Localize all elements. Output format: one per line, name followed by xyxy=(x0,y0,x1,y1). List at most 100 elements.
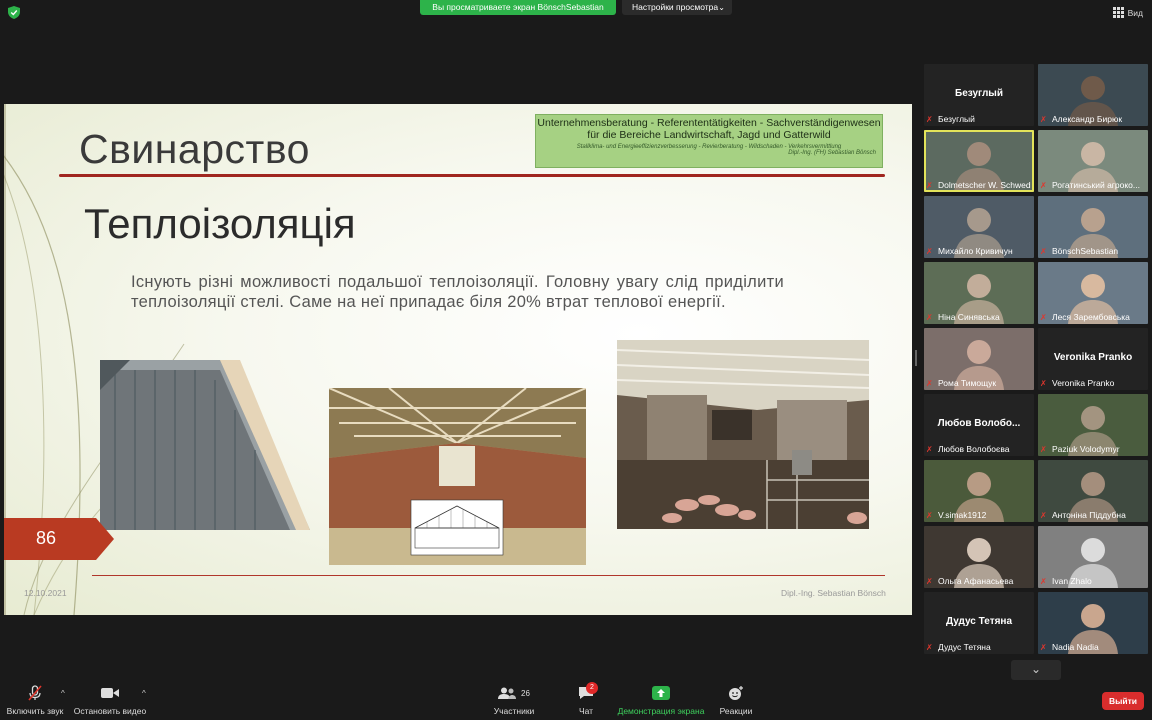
participant-tile[interactable]: ✗ V.simak1912 xyxy=(924,460,1034,522)
view-options-dropdown[interactable]: Настройки просмотра ⌄ xyxy=(622,0,732,15)
participants-button[interactable]: 26 Участники xyxy=(490,684,538,716)
page-number-tag xyxy=(4,518,114,560)
muted-mic-icon: ✗ xyxy=(1040,114,1047,124)
stop-video-button[interactable]: Остановить видео xyxy=(72,684,148,716)
participant-tile[interactable]: ✗ Dolmetscher W. Schwed xyxy=(924,130,1034,192)
participant-name-label: ✗ V.simak1912 xyxy=(926,510,1032,520)
participant-name: Антоніна Піддубна xyxy=(1052,510,1126,520)
share-screen-button[interactable]: Демонстрация экрана xyxy=(616,684,706,716)
participant-tile[interactable]: Дудус Тетяна ✗ Дудус Тетяна xyxy=(924,592,1034,654)
participant-name: Александр Бирюк xyxy=(1052,114,1123,124)
participant-name: Леся Зарембовська xyxy=(1052,312,1130,322)
muted-mic-icon: ✗ xyxy=(926,246,933,256)
participant-name-label: ✗ Nadia Nadia xyxy=(1040,642,1146,652)
participant-tile[interactable]: ✗ Александр Бирюк xyxy=(1038,64,1148,126)
participant-name: Ольга Афанасьева xyxy=(938,576,1014,586)
participants-count: 26 xyxy=(521,688,530,698)
security-shield-icon[interactable] xyxy=(8,6,20,19)
meeting-toolbar: Включить звук ^ Остановить видео ^ 26 Уч… xyxy=(0,680,1152,720)
participant-tile[interactable]: ✗ Рома Тимощук xyxy=(924,328,1034,390)
participant-tile[interactable]: ✗ Ivan Zhalo xyxy=(1038,526,1148,588)
participant-tile[interactable]: Любов Волобо... ✗ Любов Волобоєва xyxy=(924,394,1034,456)
muted-mic-icon: ✗ xyxy=(926,114,933,124)
view-button[interactable]: Вид xyxy=(1112,7,1143,18)
muted-mic-icon: ✗ xyxy=(926,180,933,190)
participant-tile[interactable]: ✗ Леся Зарембовська xyxy=(1038,262,1148,324)
participant-name: Dolmetscher W. Schwed xyxy=(938,180,1031,190)
muted-mic-icon: ✗ xyxy=(1040,576,1047,586)
page-number: 86 xyxy=(36,528,57,548)
muted-mic-icon: ✗ xyxy=(1040,180,1047,190)
participant-name: Рома Тимощук xyxy=(938,378,997,388)
gallery-scroll-down-button[interactable]: ⌄ xyxy=(1011,660,1061,680)
share-screen-label: Демонстрация экрана xyxy=(617,706,705,716)
view-button-label: Вид xyxy=(1127,7,1143,18)
participant-display-name: Дудус Тетяна xyxy=(945,616,1013,627)
participant-tile[interactable]: ✗ Paziuk Volodymyr xyxy=(1038,394,1148,456)
barn-interior-photo xyxy=(329,388,586,565)
participant-name-label: ✗ Рома Тимощук xyxy=(926,378,1032,388)
muted-mic-icon: ✗ xyxy=(1040,312,1047,322)
pig-pen-photo xyxy=(617,340,869,529)
slide-body-text: Існують різні можливості подальшої тепло… xyxy=(131,273,784,311)
chat-button[interactable]: 2 Чат xyxy=(568,682,604,716)
participant-display-name: Любов Волобо... xyxy=(937,418,1021,429)
participant-tile[interactable]: ✗ Nadia Nadia xyxy=(1038,592,1148,654)
participant-name-label: ✗ Ivan Zhalo xyxy=(1040,576,1146,586)
slide-title: Свинарство xyxy=(79,126,310,172)
participants-label: Участники xyxy=(493,706,535,716)
participant-name: Безуглый xyxy=(938,114,975,124)
view-options-label: Настройки просмотра xyxy=(632,2,719,12)
participant-tile[interactable]: ✗ Ніна Синявська xyxy=(924,262,1034,324)
grid-view-icon xyxy=(1112,7,1124,18)
participant-name: Ivan Zhalo xyxy=(1052,576,1092,586)
reactions-button[interactable]: Реакции xyxy=(716,684,756,716)
muted-mic-icon: ✗ xyxy=(1040,246,1047,256)
muted-mic-icon: ✗ xyxy=(926,642,933,652)
muted-mic-icon: ✗ xyxy=(926,510,933,520)
smiley-plus-icon xyxy=(729,686,743,700)
participant-name-label: ✗ Михайло Кривичун xyxy=(926,246,1032,256)
participant-tile[interactable]: ✗ Ольга Афанасьева xyxy=(924,526,1034,588)
participant-tile[interactable]: ✗ Рогатинський агроко... xyxy=(1038,130,1148,192)
participant-name: Paziuk Volodymyr xyxy=(1052,444,1120,454)
stop-video-label: Остановить видео xyxy=(73,706,147,716)
participant-name-label: ✗ Ольга Афанасьева xyxy=(926,576,1032,586)
muted-mic-icon: ✗ xyxy=(926,576,933,586)
participant-name-label: ✗ Дудус Тетяна xyxy=(926,642,1032,652)
muted-mic-icon: ✗ xyxy=(1040,378,1047,388)
footer-author: Dipl.-Ing. Sebastian Bönsch xyxy=(781,588,886,598)
participant-name-label: ✗ Рогатинський агроко... xyxy=(1040,180,1146,190)
footer-line xyxy=(92,575,885,576)
participant-name-label: ✗ Veronika Pranko xyxy=(1040,378,1146,388)
participant-tile[interactable]: ✗ Антоніна Піддубна xyxy=(1038,460,1148,522)
muted-mic-icon xyxy=(28,685,42,701)
slide-subtitle: Теплоізоляція xyxy=(84,200,356,247)
participant-name: Михайло Кривичун xyxy=(938,246,1013,256)
participant-name-label: ✗ Любов Волобоєва xyxy=(926,444,1032,454)
caret-up-icon: ^ xyxy=(142,689,146,698)
insulation-panel-photo xyxy=(100,360,310,530)
participant-tile[interactable]: Безуглый ✗ Безуглый xyxy=(924,64,1034,126)
muted-mic-icon: ✗ xyxy=(926,444,933,454)
participant-name-label: ✗ BönschSebastian xyxy=(1040,246,1146,256)
participant-gallery: Безуглый ✗ Безуглый ✗ Александр Бирюк ✗ Dolmet… xyxy=(922,64,1148,658)
leave-meeting-button[interactable]: Выйти xyxy=(1102,692,1144,710)
muted-mic-icon: ✗ xyxy=(1040,444,1047,454)
participant-name-label: ✗ Paziuk Volodymyr xyxy=(1040,444,1146,454)
panel-splitter-handle[interactable] xyxy=(915,350,917,366)
company-logo-box: Unternehmensberatung - Referententätigke… xyxy=(535,114,883,168)
participant-name: Veronika Pranko xyxy=(1052,378,1115,388)
participant-name-label: ✗ Леся Зарембовська xyxy=(1040,312,1146,322)
participant-name-label: ✗ Александр Бирюк xyxy=(1040,114,1146,124)
reactions-label: Реакции xyxy=(719,706,753,716)
participant-tile[interactable]: ✗ BönschSebastian xyxy=(1038,196,1148,258)
participant-name: BönschSebastian xyxy=(1052,246,1119,256)
participant-name-label: ✗ Dolmetscher W. Schwed xyxy=(926,180,1032,190)
unmute-label: Включить звук xyxy=(6,706,64,716)
participant-name: Рогатинський агроко... xyxy=(1052,180,1140,190)
participant-tile[interactable]: ✗ Михайло Кривичун xyxy=(924,196,1034,258)
unmute-button[interactable]: Включить звук xyxy=(4,684,66,716)
participant-name-label: ✗ Антоніна Піддубна xyxy=(1040,510,1146,520)
participant-tile[interactable]: Veronika Pranko ✗ Veronika Pranko xyxy=(1038,328,1148,390)
